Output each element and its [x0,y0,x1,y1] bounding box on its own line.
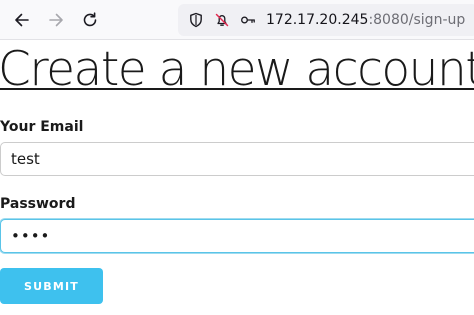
browser-toolbar: 172.17.20.245:8080/sign-up [0,0,474,40]
shield-icon[interactable] [188,12,204,28]
forward-button[interactable] [44,8,68,32]
back-button[interactable] [10,8,34,32]
url-path: :8080/sign-up [368,12,466,28]
password-input[interactable] [0,219,474,253]
email-input[interactable] [0,142,474,176]
password-label: Password [0,196,76,212]
submit-button[interactable]: SUBMIT [0,268,103,304]
url-text[interactable]: 172.17.20.245:8080/sign-up [266,10,465,30]
back-arrow-icon [15,13,29,27]
forward-arrow-icon [49,13,63,27]
page-content: Create a new account Your Email Password… [0,40,474,315]
key-icon[interactable] [240,12,256,28]
reload-button[interactable] [78,8,102,32]
url-bar[interactable]: 172.17.20.245:8080/sign-up [178,4,474,36]
email-label: Your Email [0,119,84,135]
url-host: 172.17.20.245 [266,12,369,28]
blocked-notification-icon[interactable] [214,12,230,28]
page-title: Create a new account [0,42,474,97]
reload-icon [83,12,97,27]
